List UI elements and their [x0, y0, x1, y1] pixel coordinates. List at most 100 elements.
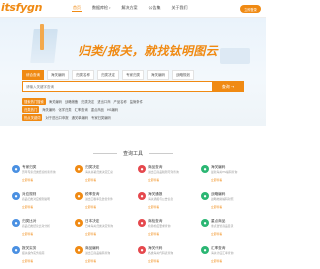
nav-item-database[interactable]: 数据库检▾ — [91, 5, 112, 12]
nav-item-announcements[interactable]: 公告集 — [148, 5, 162, 12]
hot-link[interactable]: HS编码 — [107, 107, 118, 112]
tab-hs-code-2[interactable]: 海关编码 — [147, 70, 169, 80]
tool-description: 战略物资编码对照 — [211, 197, 234, 201]
nav-item-label: 数据库检 — [92, 5, 108, 10]
tool-link[interactable]: 立即查看 — [211, 178, 222, 182]
tool-link[interactable]: 立即查看 — [22, 259, 33, 263]
tool-card[interactable]: ● 归类比对 商品归类结论比对分析 立即查看 — [12, 217, 64, 239]
tool-card[interactable]: ● 专家归类 历年专家归类结论检索查询 立即查看 — [12, 163, 64, 185]
tool-description: 历年专家归类结论检索查询 — [22, 170, 56, 174]
arrow-right-icon: → — [230, 84, 235, 89]
tag-icon: ● — [75, 246, 83, 254]
star-icon: ● — [201, 219, 209, 227]
tool-link[interactable]: 立即查看 — [85, 178, 96, 182]
hero-banner: 归类/报关，就找钛明图云 综合查询 海关编码 归类名称 归类决定 专家归类 海关… — [0, 18, 266, 126]
hero-illustration-accent — [40, 24, 44, 50]
hot-link[interactable]: 归类决定 — [81, 99, 94, 104]
tab-classification-decision[interactable]: 归类决定 — [97, 70, 119, 80]
tool-description: 报关操作实务指南 — [22, 251, 45, 255]
tool-card[interactable]: ● 商检查询 检验检疫要求查询 立即查看 — [138, 217, 190, 239]
tool-card[interactable]: ● 商品编码 进出口商品编码查询 立即查看 — [75, 244, 127, 266]
tool-link[interactable]: 立即查看 — [22, 232, 33, 236]
tax-icon: ● — [75, 192, 83, 200]
code-icon: ● — [201, 165, 209, 173]
user-icon: ● — [12, 165, 20, 173]
tool-description: 商品归类对应规则说明 — [22, 197, 50, 201]
tool-description: 检验检疫要求查询 — [148, 224, 171, 228]
hot-link[interactable]: 专家归类编码 — [91, 115, 111, 120]
check-icon: ● — [138, 219, 146, 227]
logo[interactable]: itsfygn — [1, 1, 42, 14]
tool-link[interactable]: 立即查看 — [22, 205, 33, 209]
section-title: 查询工具 — [122, 151, 143, 157]
tool-link[interactable]: 立即查看 — [148, 178, 159, 182]
tool-description: 日本海关归类决定查询 — [85, 224, 113, 228]
nav-item-solutions[interactable]: 解决方案 — [121, 5, 139, 12]
tool-card[interactable]: ● 税率查询 进出口税率及监管条件 立即查看 — [75, 190, 127, 212]
hot-link[interactable]: 对于进出口申报 — [45, 115, 68, 120]
hot-link[interactable]: 海关编码 — [49, 99, 62, 104]
tool-card[interactable]: ● 重点商品 重点监管商品目录 立即查看 — [201, 217, 253, 239]
search-input[interactable] — [22, 81, 212, 92]
tab-expert[interactable]: 专家归类 — [122, 70, 144, 80]
tool-card[interactable]: ● 商品查询 进出口商品税则号列查询 立即查看 — [138, 163, 190, 185]
shield-icon: ● — [201, 192, 209, 200]
tool-description: 商品归类结论比对分析 — [22, 224, 50, 228]
hot-link[interactable]: 进出口商 — [97, 99, 110, 104]
hot-link[interactable]: 化学归类 — [58, 107, 71, 112]
tool-link[interactable]: 立即查看 — [148, 205, 159, 209]
tool-link[interactable]: 立即查看 — [211, 232, 222, 236]
tab-classification-name[interactable]: 归类名称 — [72, 70, 94, 80]
tool-card[interactable]: ● 汇率查询 海关计征汇率查询 立即查看 — [201, 244, 253, 266]
tool-card[interactable]: ● 战略编码 战略物资编码对照 立即查看 — [201, 190, 253, 212]
search-bar: 查询 → — [22, 81, 244, 92]
tab-strategy[interactable]: 战略规划 — [172, 70, 194, 80]
search-button[interactable]: 查询 → — [212, 81, 244, 92]
tool-description: 进出口商品税则号列查询 — [148, 170, 179, 174]
hot-link[interactable]: 通关单编码 — [72, 115, 88, 120]
hero-illustration-shape — [220, 48, 250, 64]
search-tabs: 综合查询 海关编码 归类名称 归类决定 专家归类 海关编码 战略规划 — [22, 70, 194, 80]
list-icon: ● — [138, 246, 146, 254]
nav-item-about[interactable]: 关于我们 — [171, 5, 189, 12]
login-button[interactable]: 立即登录 — [240, 5, 261, 13]
hot-row-label: 热点关键词 — [22, 114, 43, 121]
hot-link[interactable]: 重点商品 — [91, 107, 104, 112]
tool-card[interactable]: ● 海关代码 各类海关代码表查询 立即查看 — [138, 244, 190, 266]
nav-item-home[interactable]: 首页 — [72, 5, 82, 12]
tool-link[interactable]: 立即查看 — [22, 178, 33, 182]
tool-card[interactable]: ● 报关实务 报关操作实务指南 立即查看 — [12, 244, 64, 266]
section-heading: 查询工具 — [0, 150, 266, 157]
tool-card[interactable]: ● 海关编码 最新海关HS编码查询 立即查看 — [201, 163, 253, 185]
tab-hs-code[interactable]: 海关编码 — [47, 70, 69, 80]
tool-card[interactable]: ● 日本决定 日本海关归类决定查询 立即查看 — [75, 217, 127, 239]
hot-row-1: 搜索热门搜索 海关编码 战略储备 归类决定 进出口商 产品名称 监管条件 — [22, 98, 143, 105]
money-icon: ● — [201, 246, 209, 254]
main-nav: 首页 数据库检▾ 解决方案 公告集 关于我们 — [72, 5, 189, 12]
tool-description: 进出口商品编码查询 — [85, 251, 111, 255]
hot-link[interactable]: 产品名称 — [114, 99, 127, 104]
hot-row-2: 归类热门 海关编码 化学归类 汇率查询 重点商品 HS编码 — [22, 106, 118, 113]
tool-link[interactable]: 立即查看 — [148, 259, 159, 263]
tool-link[interactable]: 立即查看 — [148, 232, 159, 236]
hot-link[interactable]: 监管条件 — [130, 99, 143, 104]
hot-link[interactable]: 战略储备 — [65, 99, 78, 104]
rule-icon: ● — [12, 192, 20, 200]
tool-card[interactable]: ● 海关通报 海关通报与公告信息 立即查看 — [138, 190, 190, 212]
tool-description: 海关通报与公告信息 — [148, 197, 174, 201]
divider — [149, 153, 173, 154]
tool-link[interactable]: 立即查看 — [85, 232, 96, 236]
hot-row-3: 热点关键词 对于进出口申报 通关单编码 专家归类编码 — [22, 114, 111, 121]
tool-link[interactable]: 立即查看 — [211, 259, 222, 263]
tab-comprehensive[interactable]: 综合查询 — [22, 70, 44, 80]
hot-link[interactable]: 海关编码 — [42, 107, 55, 112]
tool-link[interactable]: 立即查看 — [85, 205, 96, 209]
tool-link[interactable]: 立即查看 — [85, 259, 96, 263]
tool-link[interactable]: 立即查看 — [211, 205, 222, 209]
tool-description: 海关计征汇率查询 — [211, 251, 234, 255]
flag-icon: ● — [75, 219, 83, 227]
divider — [92, 153, 117, 154]
tool-card[interactable]: ● 归类决定 海关总署归类决定汇总 立即查看 — [75, 163, 127, 185]
tool-card[interactable]: ● 对应规则 商品归类对应规则说明 立即查看 — [12, 190, 64, 212]
hot-link[interactable]: 汇率查询 — [75, 107, 88, 112]
